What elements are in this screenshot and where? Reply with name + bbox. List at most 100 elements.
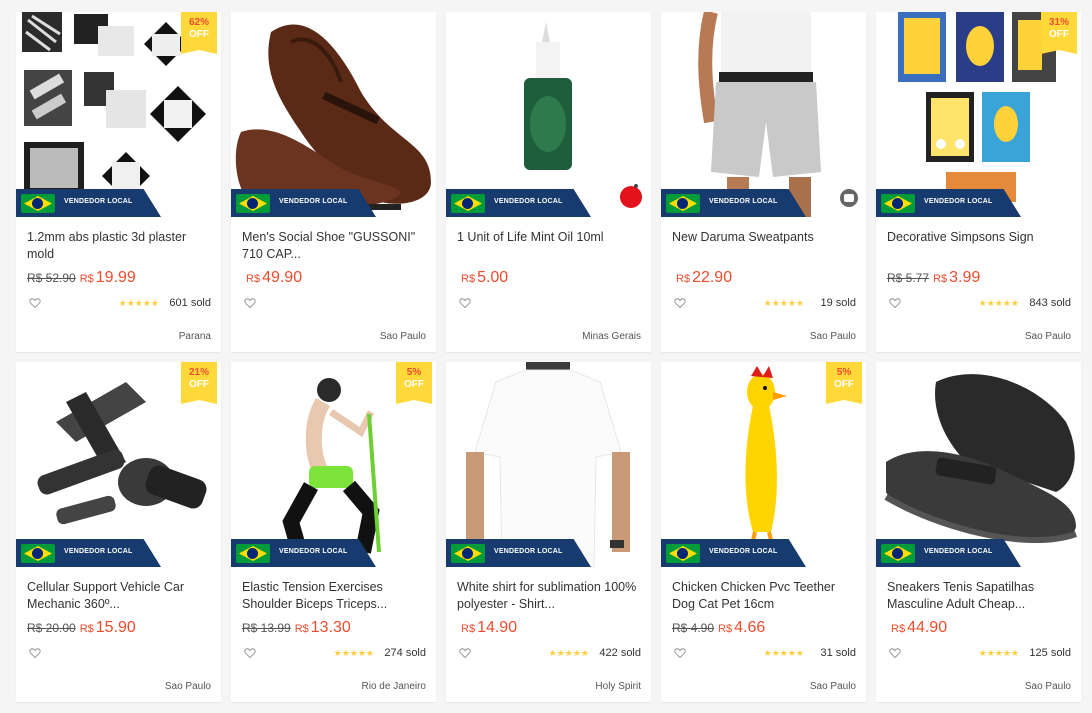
product-image[interactable]: 5% OFF VENDEDOR LOCAL	[231, 362, 436, 567]
currency-symbol: R$	[294, 623, 309, 635]
rating-row: ★★★★★ 843 sold	[887, 294, 1071, 314]
current-price: R$ 14.90	[461, 619, 517, 636]
location-label: Sao Paulo	[1024, 681, 1071, 692]
product-image[interactable]: VENDEDOR LOCAL	[661, 12, 866, 217]
price-value: 22.90	[692, 269, 733, 286]
heart-icon[interactable]	[674, 647, 686, 659]
product-title[interactable]: Sneakers Tenis Sapatilhas Masculine Adul…	[887, 579, 1071, 613]
heart-icon[interactable]	[29, 297, 41, 309]
discount-off-label: OFF	[404, 379, 424, 390]
discount-badge: 5% OFF	[396, 362, 432, 404]
current-price: R$ 44.90	[891, 619, 947, 636]
product-info: 1.2mm abs plastic 3d plaster mold R$ 52.…	[16, 217, 221, 314]
product-title[interactable]: Decorative Simpsons Sign	[887, 229, 1071, 263]
product-image[interactable]: 31% OFF VENDEDOR LOCAL	[876, 12, 1081, 217]
product-card-7[interactable]: 5% OFF VENDEDOR LOCAL Elastic Tension Exer…	[231, 362, 436, 702]
discount-badge: 21% OFF	[181, 362, 217, 404]
product-card-4[interactable]: VENDEDOR LOCAL New Daruma Sweatpants R$ 2…	[661, 12, 866, 352]
heart-icon[interactable]	[674, 297, 686, 309]
price-value: 14.90	[477, 619, 518, 636]
star-rating: ★★★★★	[548, 648, 589, 658]
product-card-2[interactable]: VENDEDOR LOCAL Men's Social Shoe "GUSSON…	[231, 12, 436, 352]
product-image[interactable]: VENDEDOR LOCAL	[231, 12, 436, 217]
heart-icon[interactable]	[29, 647, 41, 659]
price-row: R$ 5.77 R$ 3.99	[887, 269, 1071, 287]
discount-percent: 5%	[406, 367, 422, 378]
product-card-9[interactable]: 5% OFF VENDEDOR LOCAL Chicken Chicken Pvc …	[661, 362, 866, 702]
star-rating: ★★★★★	[978, 298, 1019, 308]
product-title[interactable]: Chicken Chicken Pvc Teether Dog Cat Pet …	[672, 579, 856, 613]
price-row: R$ 4.90 R$ 4.66	[672, 619, 856, 637]
product-title[interactable]: 1 Unit of Life Mint Oil 10ml	[457, 229, 641, 263]
product-title[interactable]: New Daruma Sweatpants	[672, 229, 856, 263]
product-title[interactable]: White shirt for sublimation 100% polyest…	[457, 579, 641, 613]
black-sneakers-image	[884, 374, 1078, 543]
price-row: R$ 14.90	[457, 619, 641, 637]
product-title[interactable]: Men's Social Shoe "GUSSONI" 710 CAP...	[242, 229, 426, 263]
product-image[interactable]: VENDEDOR LOCAL	[446, 362, 651, 567]
current-price: R$ 49.90	[246, 269, 302, 286]
product-title[interactable]: 1.2mm abs plastic 3d plaster mold	[27, 229, 211, 263]
local-vendor-banner: VENDEDOR LOCAL	[876, 539, 1021, 567]
product-image[interactable]: 5% OFF VENDEDOR LOCAL	[661, 362, 866, 567]
local-vendor-banner: VENDEDOR LOCAL	[231, 189, 376, 217]
location-label: Sao Paulo	[164, 681, 211, 692]
product-card-5[interactable]: 31% OFF VENDEDOR LOCAL Decorative Simpsons…	[876, 12, 1081, 352]
heart-icon[interactable]	[459, 647, 471, 659]
location-label: Parana	[178, 331, 211, 342]
sold-count: 274 sold	[384, 647, 426, 659]
local-vendor-banner: VENDEDOR LOCAL	[661, 539, 806, 567]
heart-icon[interactable]	[244, 297, 256, 309]
discount-off-label: OFF	[189, 379, 209, 390]
product-info: Men's Social Shoe "GUSSONI" 710 CAP... R…	[231, 217, 436, 314]
star-rating: ★★★★★	[118, 298, 159, 308]
product-info: Chicken Chicken Pvc Teether Dog Cat Pet …	[661, 567, 866, 664]
heart-icon[interactable]	[244, 647, 256, 659]
brazil-flag-icon	[236, 194, 270, 213]
product-card-3[interactable]: VENDEDOR LOCAL 1 Unit of Life Mint Oil 1…	[446, 12, 651, 352]
vendor-label: VENDEDOR LOCAL	[64, 198, 133, 205]
local-vendor-banner: VENDEDOR LOCAL	[16, 539, 161, 567]
price-row: R$ 22.90	[672, 269, 856, 287]
product-info: White shirt for sublimation 100% polyest…	[446, 567, 651, 664]
brazil-flag-icon	[881, 194, 915, 213]
discount-off-label: OFF	[1049, 29, 1069, 40]
original-price: R$ 4.90	[672, 621, 715, 635]
brown-shoes-image	[235, 24, 431, 210]
product-image[interactable]: VENDEDOR LOCAL	[876, 362, 1081, 567]
product-title[interactable]: Cellular Support Vehicle Car Mechanic 36…	[27, 579, 211, 613]
grey-shorts-image	[698, 12, 858, 217]
vendor-label: VENDEDOR LOCAL	[64, 548, 133, 555]
product-info: Decorative Simpsons Sign R$ 5.77 R$ 3.99 ★…	[876, 217, 1081, 314]
price-row: R$ 52.90 R$ 19.99	[27, 269, 211, 287]
product-card-8[interactable]: VENDEDOR LOCAL White shirt for sublimati…	[446, 362, 651, 702]
vendor-label: VENDEDOR LOCAL	[709, 198, 778, 205]
vendor-label: VENDEDOR LOCAL	[924, 548, 993, 555]
local-vendor-banner: VENDEDOR LOCAL	[876, 189, 1021, 217]
product-card-6[interactable]: 21% OFF VENDEDOR LOCAL Cellular Support Ve…	[16, 362, 221, 702]
product-image[interactable]: VENDEDOR LOCAL	[446, 12, 651, 217]
location-label: Minas Gerais	[582, 331, 641, 342]
product-image[interactable]: 62% OFF VENDEDOR LOCAL	[16, 12, 221, 217]
price-value: 5.00	[477, 269, 509, 286]
product-title[interactable]: Elastic Tension Exercises Shoulder Bicep…	[242, 579, 426, 613]
current-price: R$ 5.00	[461, 269, 508, 286]
heart-icon[interactable]	[459, 297, 471, 309]
product-image[interactable]: 21% OFF VENDEDOR LOCAL	[16, 362, 221, 567]
heart-icon[interactable]	[889, 647, 901, 659]
product-card-10[interactable]: VENDEDOR LOCAL Sneakers Tenis Sapatilhas…	[876, 362, 1081, 702]
product-card-1[interactable]: 62% OFF VENDEDOR LOCAL 1.2mm abs plastic 3…	[16, 12, 221, 352]
discount-percent: 5%	[836, 367, 852, 378]
current-price: R$ 15.90	[80, 619, 136, 636]
local-vendor-banner: VENDEDOR LOCAL	[446, 539, 591, 567]
sold-count: 31 sold	[820, 647, 856, 659]
local-vendor-banner: VENDEDOR LOCAL	[231, 539, 376, 567]
location-label: Sao Paulo	[379, 331, 426, 342]
local-vendor-banner: VENDEDOR LOCAL	[661, 189, 806, 217]
heart-icon[interactable]	[889, 297, 901, 309]
rating-row: ★★★★★ 422 sold	[457, 644, 641, 664]
price-row: R$ 13.99 R$ 13.30	[242, 619, 426, 637]
star-rating: ★★★★★	[333, 648, 374, 658]
vendor-label: VENDEDOR LOCAL	[279, 198, 348, 205]
discount-off-label: OFF	[189, 29, 209, 40]
